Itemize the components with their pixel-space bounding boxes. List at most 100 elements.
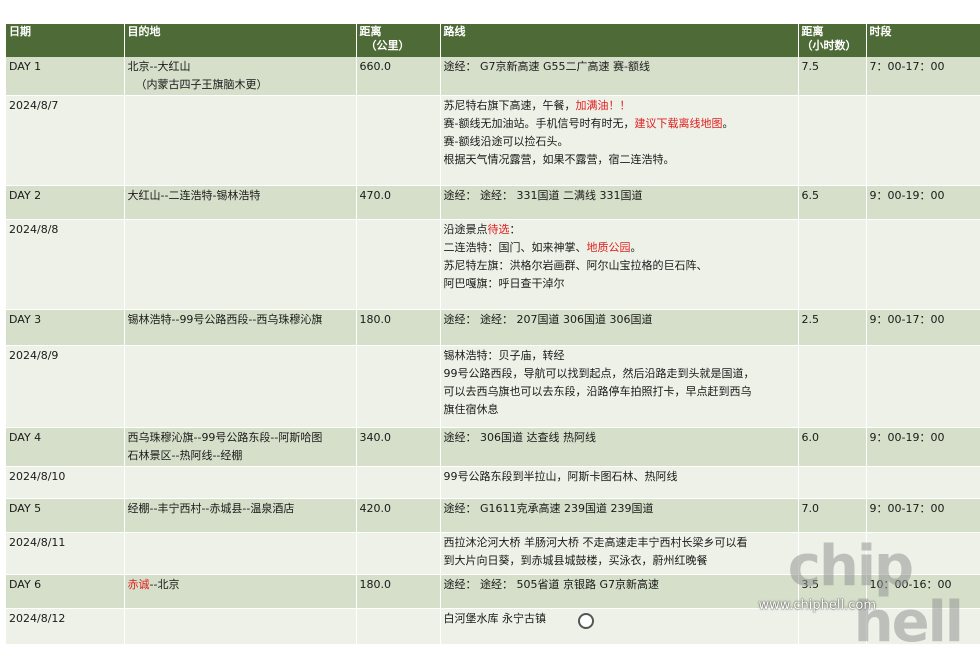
distance-hours-cell[interactable]: 6.5 [798,185,867,220]
notes-cell[interactable]: 99号公路东段到半拉山，阿斯卡图石林、热阿线 [440,466,799,499]
note-line: 阿巴嘎旗：呼日查干淖尔 [444,275,795,293]
date-cell[interactable]: 2024/8/7 [6,95,125,186]
time-slot-cell[interactable]: 9：00-19：00 [866,427,980,467]
highlight-text: 建议下载离线地图 [634,117,723,130]
header-time-slot[interactable]: 时段 [866,24,980,57]
header-destination[interactable]: 目的地 [124,24,357,57]
text-run: 白河堡水库 永宁古镇 [443,612,547,625]
destination-cell[interactable]: 北京--大红山 （内蒙古四子王旗脑木更） [124,57,357,96]
day-row: DAY 4 西乌珠穆沁旗--99号公路东段--阿斯哈图 石林景区--热阿线--经棚 3… [6,427,980,467]
empty-cell[interactable] [356,608,441,645]
distance-hours-cell[interactable]: 2.5 [798,309,867,346]
day-row: DAY 6 赤诚--北京 180.0 途经： 途经： 505省道 京银路 G7京新高速… [6,574,980,609]
empty-cell[interactable] [798,608,867,645]
text-run: 大红山--二连浩特-锡林浩特 [127,189,261,202]
empty-cell[interactable] [798,532,867,575]
empty-cell[interactable] [866,95,980,186]
note-line: 锡林浩特：贝子庙，转经 [444,347,795,365]
header-route[interactable]: 路线 [440,24,799,57]
day-cell[interactable]: DAY 6 [6,574,125,609]
destination-line: 锡林浩特--99号公路西段--西乌珠穆沁旗 [128,311,353,329]
empty-cell[interactable] [866,219,980,310]
notes-cell[interactable]: 锡林浩特：贝子庙，转经 99号公路西段，导航可以找到起点，然后沿路走到头就是国道，… [440,345,799,428]
day-cell[interactable]: DAY 2 [6,185,125,220]
destination-cell[interactable]: 赤诚--北京 [124,574,357,609]
day-cell[interactable]: DAY 4 [6,427,125,467]
text-run: 北京--大红山 [127,60,191,73]
header-distance-km[interactable]: 距离 （公里） [356,24,441,57]
day-cell[interactable]: DAY 5 [6,498,125,533]
route-cell[interactable]: 途经： 306国道 达查线 热阿线 [440,427,799,467]
empty-cell[interactable] [356,466,441,499]
destination-cell[interactable]: 锡林浩特--99号公路西段--西乌珠穆沁旗 [124,309,357,346]
text-run: 沿途景点 [443,223,488,236]
distance-hours-cell[interactable]: 6.0 [798,427,867,467]
empty-cell[interactable] [356,345,441,428]
distance-hours-cell[interactable]: 7.0 [798,498,867,533]
distance-km-cell[interactable]: 180.0 [356,309,441,346]
empty-cell[interactable] [798,345,867,428]
day-cell[interactable]: DAY 1 [6,57,125,96]
notes-cell[interactable]: 沿途景点待选： 二连浩特：国门、如来神掌、地质公园。 苏尼特左旗：洪格尔岩画群、阿尔… [440,219,799,310]
date-row: 2024/8/7 苏尼特右旗下高速，午餐，加满油！！ 赛-额线无加油站。手机信号时有… [6,95,980,186]
header-distance-hours-text: 距离 （小时数） [802,25,863,53]
text-run: （内蒙古四子王旗脑木更） [135,78,268,91]
destination-cell[interactable]: 大红山--二连浩特-锡林浩特 [124,185,357,220]
date-cell[interactable]: 2024/8/9 [6,345,125,428]
empty-cell[interactable] [356,532,441,575]
distance-hours-cell[interactable]: 3.5 [798,574,867,609]
empty-cell[interactable] [124,608,357,645]
route-cell[interactable]: 途经： G1611克承高速 239国道 239国道 [440,498,799,533]
route-cell[interactable]: 途经： 途经： 331国道 二满线 331国道 [440,185,799,220]
text-run: 根据天气情况露营，如果不露营，宿二连浩特。 [443,153,675,166]
route-cell[interactable]: 途经： 途经： 207国道 306国道 306国道 [440,309,799,346]
empty-cell[interactable] [124,95,357,186]
notes-cell[interactable]: 西拉沐沦河大桥 羊肠河大桥 不走高速走丰宁西村长梁乡可以看 到大片向日葵，到赤城县… [440,532,799,575]
distance-km-cell[interactable]: 470.0 [356,185,441,220]
empty-cell[interactable] [866,608,980,645]
date-row: 2024/8/10 99号公路东段到半拉山，阿斯卡图石林、热阿线 [6,466,980,499]
destination-cell[interactable]: 经棚--丰宁西村--赤城县--温泉酒店 [124,498,357,533]
distance-hours-cell[interactable]: 7.5 [798,57,867,96]
note-line: 白河堡水库 永宁古镇 [444,610,795,628]
destination-cell[interactable]: 西乌珠穆沁旗--99号公路东段--阿斯哈图 石林景区--热阿线--经棚 [124,427,357,467]
time-slot-cell[interactable]: 9：00-17：00 [866,309,980,346]
header-distance-hours[interactable]: 距离 （小时数） [798,24,867,57]
empty-cell[interactable] [866,466,980,499]
notes-cell[interactable]: 白河堡水库 永宁古镇 [440,608,799,645]
date-cell[interactable]: 2024/8/12 [6,608,125,645]
empty-cell[interactable] [124,219,357,310]
text-run: ： [509,223,521,236]
distance-km-cell[interactable]: 420.0 [356,498,441,533]
date-cell[interactable]: 2024/8/8 [6,219,125,310]
empty-cell[interactable] [798,95,867,186]
date-cell[interactable]: 2024/8/11 [6,532,125,575]
distance-km-cell[interactable]: 180.0 [356,574,441,609]
header-date[interactable]: 日期 [6,24,125,57]
empty-cell[interactable] [124,532,357,575]
route-cell[interactable]: 途经： 途经： 505省道 京银路 G7京新高速 [440,574,799,609]
empty-cell[interactable] [356,95,441,186]
empty-cell[interactable] [124,466,357,499]
highlight-text: 待选 [487,223,510,236]
note-line: 到大片向日葵，到赤城县城鼓楼，买泳衣，蔚州红晚餐 [444,552,795,570]
empty-cell[interactable] [124,345,357,428]
header-row: 日期 目的地 距离 （公里） 路线 距离 （小时数） 时段 [6,24,980,57]
empty-cell[interactable] [798,219,867,310]
distance-km-cell[interactable]: 660.0 [356,57,441,96]
empty-cell[interactable] [356,219,441,310]
empty-cell[interactable] [866,532,980,575]
time-slot-cell[interactable]: 9：00-17：00 [866,498,980,533]
distance-km-cell[interactable]: 340.0 [356,427,441,467]
time-slot-cell[interactable]: 10：00-16：00 [866,574,980,609]
empty-cell[interactable] [798,466,867,499]
notes-cell[interactable]: 苏尼特右旗下高速，午餐，加满油！！ 赛-额线无加油站。手机信号时有时无，建议下载离… [440,95,799,186]
text-run: 锡林浩特：贝子庙，转经 [443,349,565,362]
day-cell[interactable]: DAY 3 [6,309,125,346]
header-line: （公里） [365,39,410,52]
route-cell[interactable]: 途经： G7京新高速 G55二广高速 赛-额线 [440,57,799,96]
date-cell[interactable]: 2024/8/10 [6,466,125,499]
empty-cell[interactable] [866,345,980,428]
time-slot-cell[interactable]: 9：00-19：00 [866,185,980,220]
time-slot-cell[interactable]: 7：00-17：00 [866,57,980,96]
